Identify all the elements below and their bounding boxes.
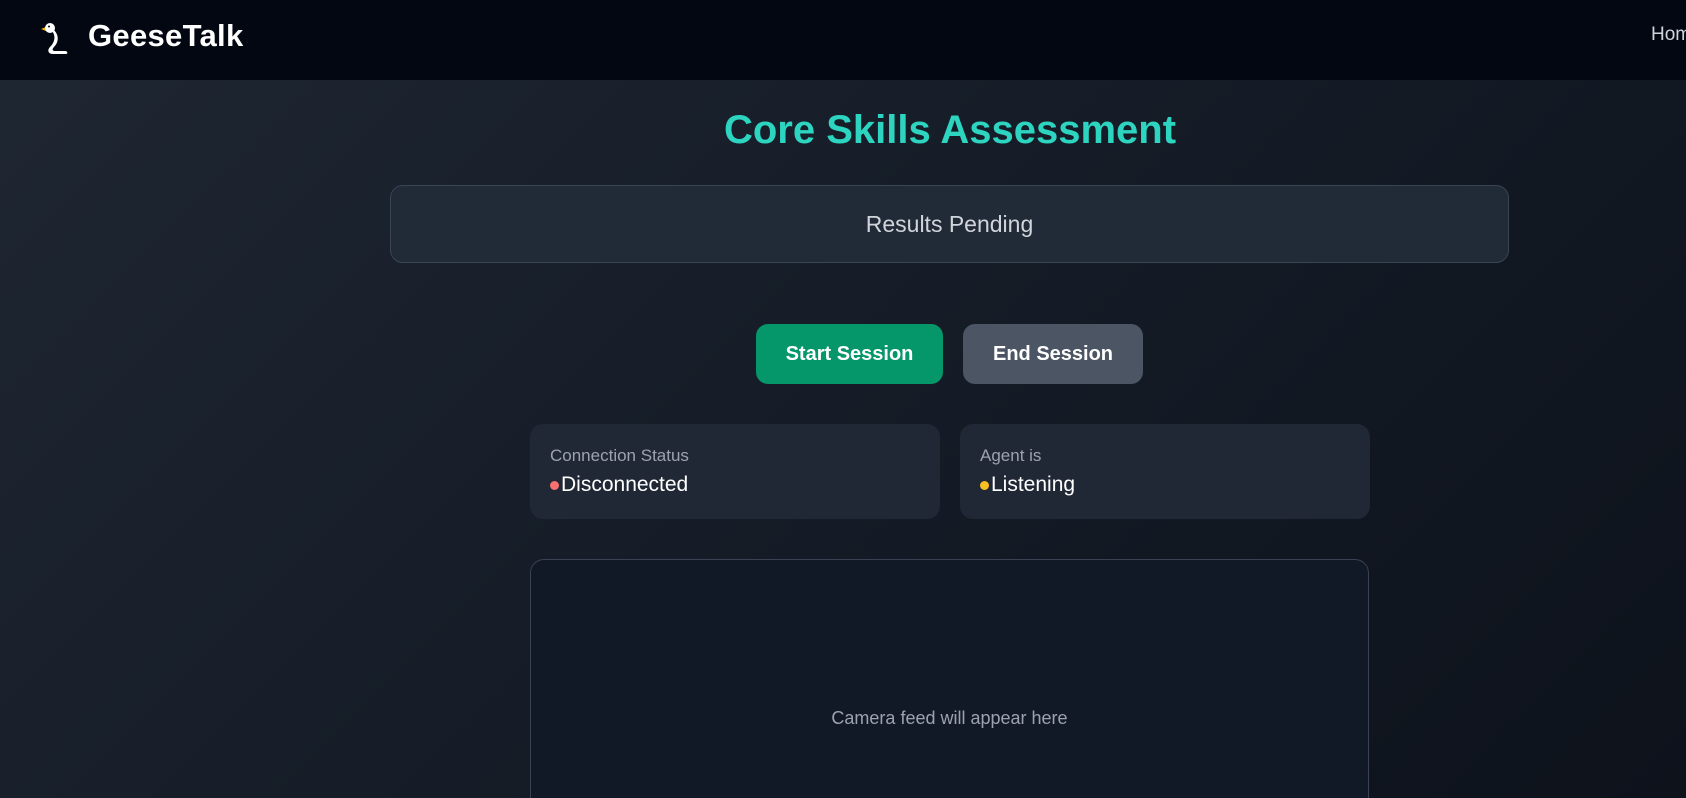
- agent-status-value-row: Listening: [980, 473, 1350, 497]
- connection-status-value: Disconnected: [561, 473, 689, 496]
- connection-status-card: Connection Status Disconnected: [530, 424, 940, 519]
- camera-placeholder-text: Camera feed will appear here: [831, 708, 1068, 728]
- end-session-button[interactable]: End Session: [963, 324, 1143, 384]
- agent-status-card: Agent is Listening: [960, 424, 1370, 519]
- results-card: Results Pending: [390, 185, 1509, 263]
- nav-home-link[interactable]: Hom: [1651, 24, 1686, 46]
- page-title: Core Skills Assessment: [723, 108, 1177, 152]
- results-status-text: Results Pending: [865, 210, 1034, 237]
- camera-feed-panel: Camera feed will appear here: [530, 559, 1369, 798]
- status-dot-icon: [980, 480, 989, 490]
- brand-name: GeeseTalk: [88, 18, 244, 53]
- brand-home-link[interactable]: GeeseTalk: [38, 14, 244, 58]
- agent-status-label: Agent is: [980, 446, 1042, 465]
- status-dot-icon: [550, 480, 559, 490]
- start-session-button[interactable]: Start Session: [756, 324, 943, 384]
- goose-icon: [38, 14, 72, 58]
- agent-status-value: Listening: [991, 473, 1076, 496]
- connection-status-label: Connection Status: [550, 446, 689, 465]
- connection-status-value-row: Disconnected: [550, 473, 920, 497]
- top-navbar: GeeseTalk Hom: [0, 0, 1686, 80]
